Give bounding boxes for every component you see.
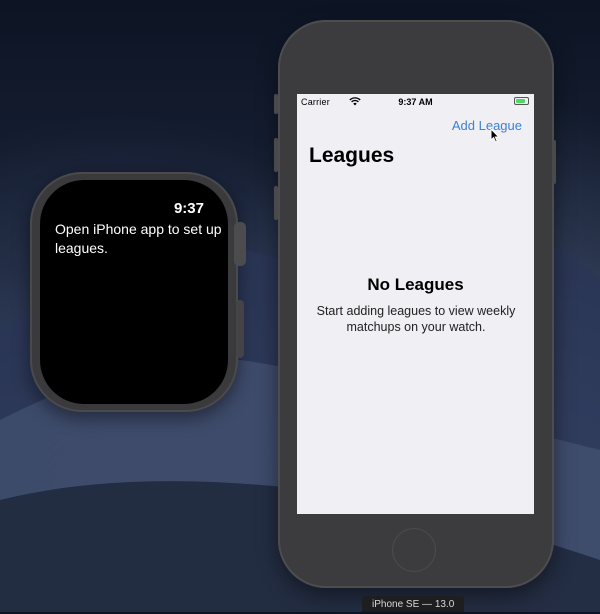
empty-state-title: No Leagues	[367, 275, 464, 294]
status-bar: Carrier 9:37 AM	[297, 94, 534, 110]
battery-icon	[514, 97, 529, 105]
add-league-button[interactable]: Add League	[452, 118, 522, 133]
watch-side-button[interactable]	[236, 300, 244, 358]
watch-digital-crown[interactable]	[234, 222, 246, 266]
simulator-device-label: iPhone SE — 13.0	[362, 596, 465, 612]
status-time: 9:37 AM	[398, 97, 433, 107]
iphone-power-button[interactable]	[552, 140, 556, 184]
iphone-home-button[interactable]	[392, 528, 436, 572]
iphone-screen: Carrier 9:37 AM Add League Leagues No Le…	[297, 94, 534, 514]
iphone-volume-up[interactable]	[274, 138, 278, 172]
watch-time: 9:37	[173, 200, 204, 217]
watch-setup-message: Open iPhone app to set up leagues.	[55, 221, 222, 256]
iphone-mute-switch[interactable]	[274, 94, 278, 114]
iphone-volume-down[interactable]	[274, 186, 278, 220]
empty-state-message: Start adding leagues to view weekly matc…	[316, 304, 516, 334]
page-title: Leagues	[309, 144, 395, 167]
mouse-cursor-icon	[490, 128, 500, 143]
watch-screen: 9:37 Open iPhone app to set up leagues.	[40, 180, 228, 404]
